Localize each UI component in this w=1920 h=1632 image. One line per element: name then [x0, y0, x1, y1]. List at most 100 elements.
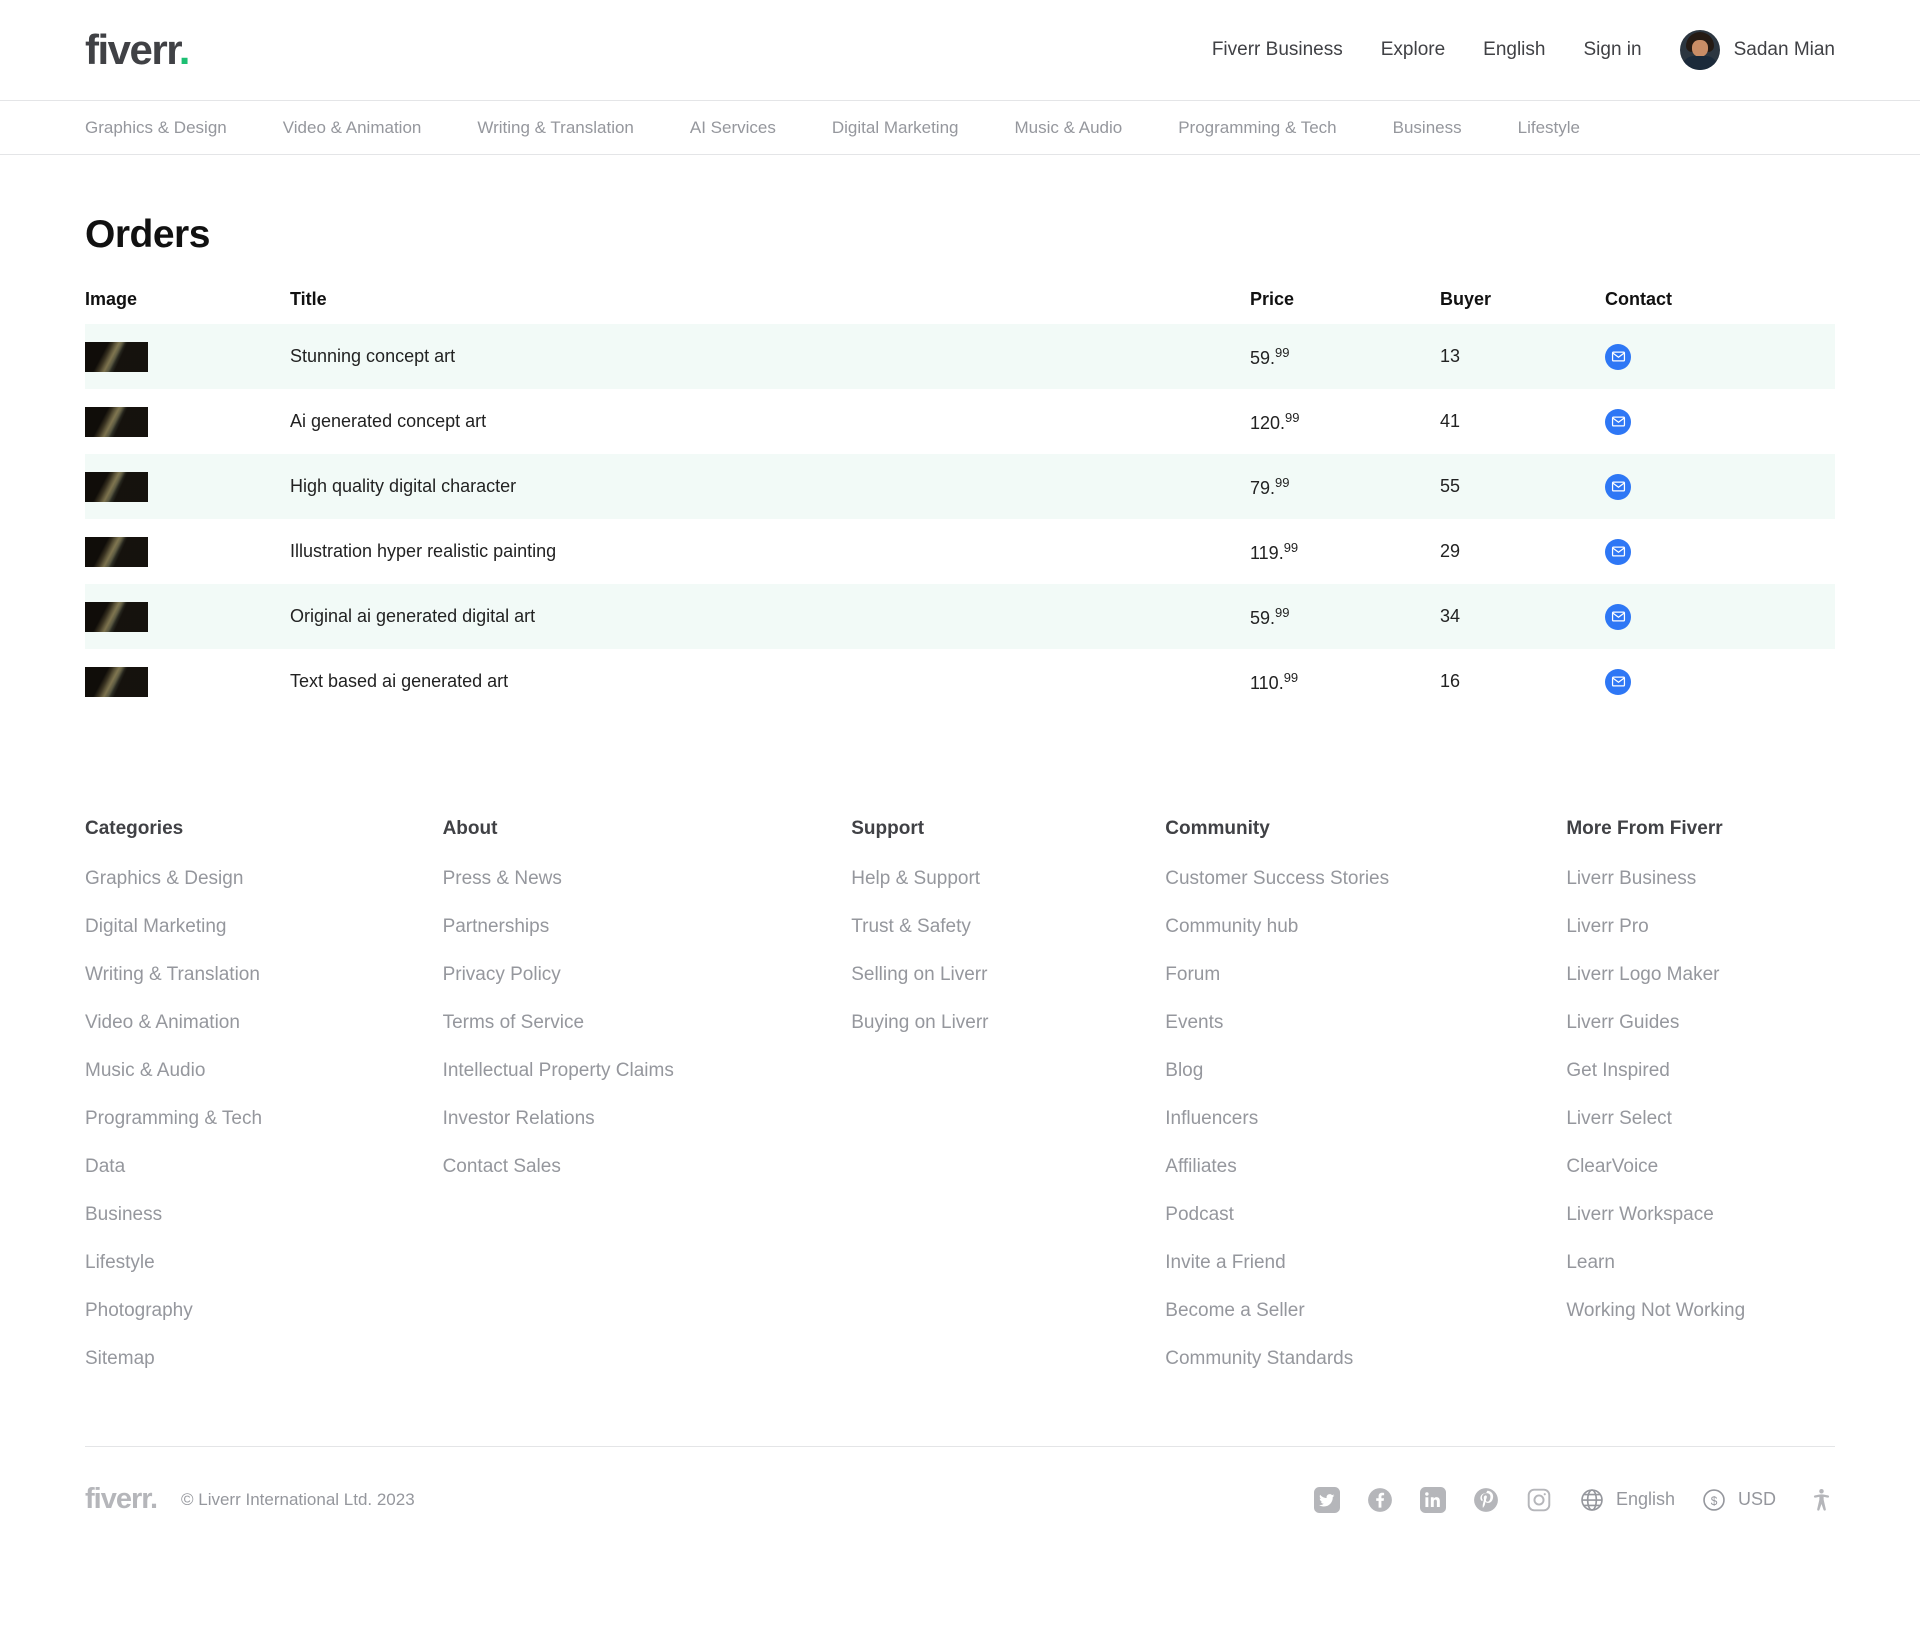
- footer-link[interactable]: Partnerships: [443, 916, 852, 938]
- contact-button[interactable]: [1605, 603, 1631, 630]
- cell-buyer: 34: [1440, 606, 1461, 626]
- language-selector[interactable]: English: [1579, 1486, 1675, 1513]
- category-nav-item-business[interactable]: Business: [1393, 118, 1462, 138]
- footer-link[interactable]: Writing & Translation: [85, 964, 443, 986]
- footer-link[interactable]: Customer Success Stories: [1165, 868, 1566, 890]
- footer-link[interactable]: Community hub: [1165, 916, 1566, 938]
- category-nav-item-digital-marketing[interactable]: Digital Marketing: [832, 118, 959, 138]
- footer-link[interactable]: Podcast: [1165, 1204, 1566, 1226]
- header-actions: Fiverr Business Explore English Sign in …: [1212, 30, 1835, 70]
- category-nav-item-ai-services[interactable]: AI Services: [690, 118, 776, 138]
- envelope-icon: [1611, 351, 1625, 362]
- order-thumbnail[interactable]: [85, 601, 148, 632]
- footer-link[interactable]: Liverr Workspace: [1566, 1204, 1835, 1226]
- order-thumbnail[interactable]: [85, 666, 148, 697]
- footer-logo[interactable]: fiverr.: [85, 1485, 158, 1514]
- footer-link[interactable]: Graphics & Design: [85, 868, 443, 890]
- footer-link[interactable]: Terms of Service: [443, 1012, 852, 1034]
- footer-link[interactable]: Liverr Business: [1566, 868, 1835, 890]
- footer-link[interactable]: Invite a Friend: [1165, 1252, 1566, 1274]
- user-menu[interactable]: Sadan Mian: [1679, 30, 1835, 70]
- footer-link[interactable]: Privacy Policy: [443, 964, 852, 986]
- footer-link[interactable]: Digital Marketing: [85, 916, 443, 938]
- footer-link[interactable]: Events: [1165, 1012, 1566, 1034]
- orders-table-head: Image Title Price Buyer Contact: [85, 289, 1835, 324]
- cell-price: 119.99: [1250, 519, 1440, 584]
- footer-link[interactable]: Get Inspired: [1566, 1060, 1835, 1082]
- footer-link[interactable]: ClearVoice: [1566, 1156, 1835, 1178]
- language-label: English: [1615, 1489, 1675, 1509]
- footer-link[interactable]: Photography: [85, 1300, 443, 1322]
- facebook-icon[interactable]: [1367, 1486, 1394, 1513]
- footer-link[interactable]: Working Not Working: [1566, 1300, 1835, 1322]
- footer-bottom-bar: fiverr. © Liverr International Ltd. 2023: [85, 1447, 1835, 1552]
- price-cents: 99: [1285, 409, 1300, 425]
- currency-selector[interactable]: $ USD: [1701, 1486, 1776, 1513]
- top-header: fiverr. Fiverr Business Explore English …: [0, 0, 1920, 101]
- footer-link[interactable]: Music & Audio: [85, 1060, 443, 1082]
- footer-columns: Categories Graphics & Design Digital Marke…: [85, 818, 1835, 1396]
- footer-link[interactable]: Selling on Liverr: [851, 964, 1165, 986]
- footer-link[interactable]: Lifestyle: [85, 1252, 443, 1274]
- header-link-fiverr-business[interactable]: Fiverr Business: [1212, 39, 1343, 61]
- footer-link[interactable]: Sitemap: [85, 1348, 443, 1370]
- pinterest-icon[interactable]: [1473, 1486, 1500, 1513]
- category-nav-item-writing-translation[interactable]: Writing & Translation: [477, 118, 634, 138]
- footer-link[interactable]: Become a Seller: [1165, 1300, 1566, 1322]
- footer-link[interactable]: Community Standards: [1165, 1348, 1566, 1370]
- cell-title: Illustration hyper realistic painting: [290, 541, 557, 561]
- contact-button[interactable]: [1605, 408, 1631, 435]
- orders-table: Image Title Price Buyer Contact Stunning…: [85, 289, 1835, 714]
- order-thumbnail[interactable]: [85, 406, 148, 437]
- footer-link[interactable]: Trust & Safety: [851, 916, 1165, 938]
- footer-link[interactable]: Liverr Pro: [1566, 916, 1835, 938]
- price-amount: 59.: [1250, 347, 1276, 368]
- order-thumbnail[interactable]: [85, 341, 148, 372]
- footer-link[interactable]: Intellectual Property Claims: [443, 1060, 852, 1082]
- footer-link[interactable]: Blog: [1165, 1060, 1566, 1082]
- currency-label: USD: [1737, 1489, 1776, 1509]
- cell-price: 59.99: [1250, 324, 1440, 389]
- footer-link[interactable]: Buying on Liverr: [851, 1012, 1165, 1034]
- cell-contact: [1605, 584, 1835, 649]
- price-amount: 79.: [1250, 477, 1276, 498]
- avatar[interactable]: [1679, 30, 1720, 70]
- site-logo[interactable]: fiverr.: [85, 29, 190, 71]
- instagram-icon[interactable]: [1526, 1486, 1553, 1513]
- contact-button[interactable]: [1605, 473, 1631, 500]
- footer-link[interactable]: Learn: [1566, 1252, 1835, 1274]
- footer-link[interactable]: Business: [85, 1204, 443, 1226]
- footer-link[interactable]: Liverr Logo Maker: [1566, 964, 1835, 986]
- globe-icon: [1579, 1486, 1606, 1513]
- category-nav-item-graphics-design[interactable]: Graphics & Design: [85, 118, 227, 138]
- cell-price: 79.99: [1250, 454, 1440, 519]
- contact-button[interactable]: [1605, 343, 1631, 370]
- twitter-icon[interactable]: [1314, 1486, 1341, 1513]
- linkedin-icon[interactable]: [1420, 1486, 1447, 1513]
- header-link-english[interactable]: English: [1483, 39, 1545, 61]
- contact-button[interactable]: [1605, 668, 1631, 695]
- order-thumbnail[interactable]: [85, 471, 148, 502]
- category-nav-item-lifestyle[interactable]: Lifestyle: [1518, 118, 1580, 138]
- category-nav-item-music-audio[interactable]: Music & Audio: [1014, 118, 1122, 138]
- footer-link[interactable]: Investor Relations: [443, 1108, 852, 1130]
- contact-button[interactable]: [1605, 538, 1631, 565]
- header-link-explore[interactable]: Explore: [1381, 39, 1445, 61]
- footer-link[interactable]: Affiliates: [1165, 1156, 1566, 1178]
- footer-link[interactable]: Press & News: [443, 868, 852, 890]
- category-nav-item-video-animation[interactable]: Video & Animation: [283, 118, 422, 138]
- footer-link[interactable]: Forum: [1165, 964, 1566, 986]
- accessibility-icon[interactable]: [1808, 1486, 1835, 1513]
- order-thumbnail[interactable]: [85, 536, 148, 567]
- footer-link[interactable]: Influencers: [1165, 1108, 1566, 1130]
- category-nav-item-programming-tech[interactable]: Programming & Tech: [1178, 118, 1336, 138]
- footer-link[interactable]: Contact Sales: [443, 1156, 852, 1178]
- header-link-sign-in[interactable]: Sign in: [1583, 39, 1641, 61]
- user-name: Sadan Mian: [1733, 39, 1835, 60]
- footer-link[interactable]: Programming & Tech: [85, 1108, 443, 1130]
- footer-link[interactable]: Liverr Guides: [1566, 1012, 1835, 1034]
- footer-link[interactable]: Liverr Select: [1566, 1108, 1835, 1130]
- footer-link[interactable]: Data: [85, 1156, 443, 1178]
- footer-link[interactable]: Help & Support: [851, 868, 1165, 890]
- footer-link[interactable]: Video & Animation: [85, 1012, 443, 1034]
